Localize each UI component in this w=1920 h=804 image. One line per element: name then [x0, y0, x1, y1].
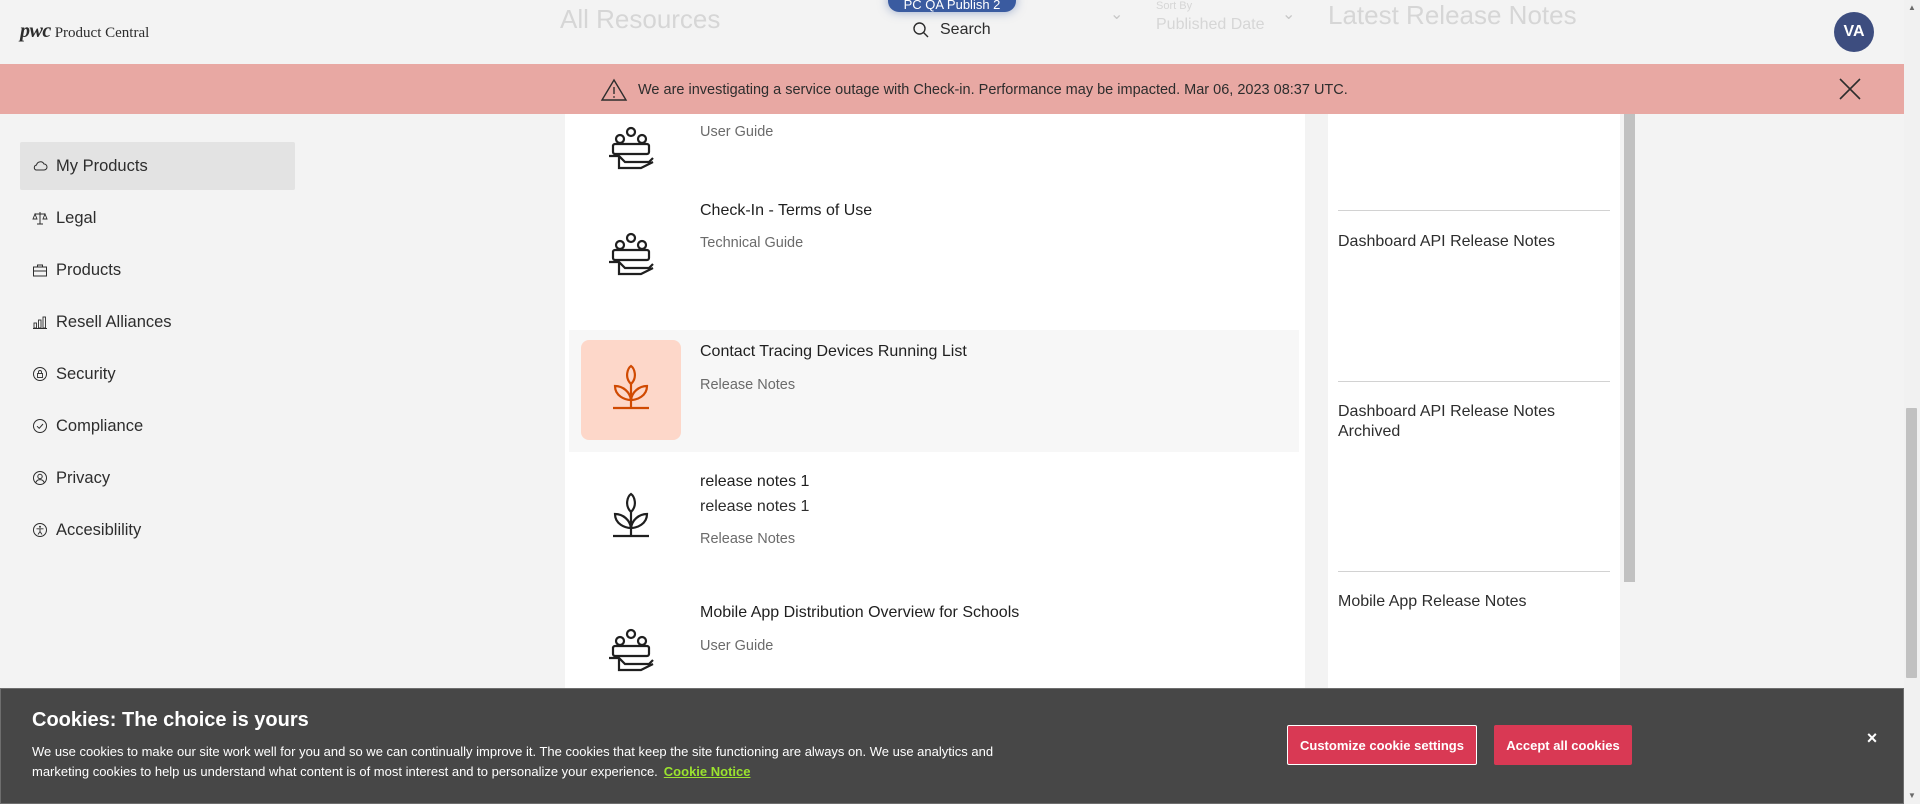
ghost-all-resources-heading: All Resources [560, 4, 721, 34]
release-note-item[interactable]: Mobile App Release Notes [1338, 592, 1610, 612]
sidebar-item-label: Accesiblility [56, 520, 142, 539]
page-scrollbar-thumb[interactable] [1906, 408, 1917, 678]
resource-title: Check-In - Terms of Use [700, 202, 873, 219]
ghost-sort-value: Published Date [1156, 16, 1265, 33]
cookie-banner: Cookies: The choice is yours We use cook… [0, 688, 1904, 804]
check-circle-icon [33, 419, 47, 433]
cookie-notice-link[interactable]: Cookie Notice [664, 764, 751, 779]
briefcase-icon [33, 264, 47, 277]
outage-banner: We are investigating a service outage wi… [0, 64, 1904, 114]
resource-icon [581, 114, 681, 198]
resource-type: Release Notes [700, 531, 796, 547]
sidebar-item-my-products[interactable]: My Products [20, 142, 295, 190]
resource-icon [581, 340, 681, 440]
logo-mark: pwc [20, 20, 51, 42]
accept-all-cookies-button[interactable]: Accept all cookies [1494, 725, 1632, 765]
logo-text: Product Central [54, 25, 150, 41]
lock-shield-icon [33, 367, 47, 381]
sprout-icon [613, 364, 649, 410]
resource-icon [581, 468, 681, 568]
close-icon[interactable] [1838, 77, 1862, 101]
outage-message: We are investigating a service outage wi… [638, 82, 1348, 98]
list-item[interactable]: Mobile App Distribution Overview for Sch… [569, 590, 1299, 688]
sidebar-item-products[interactable]: Products [20, 246, 295, 294]
accessibility-icon [33, 523, 47, 537]
sidebar-item-label: Legal [56, 208, 97, 227]
resources-list: User Guide Check-In - Terms of Use Techn… [565, 114, 1305, 688]
list-item[interactable]: release notes 1 release notes 1 Release … [569, 458, 1299, 580]
release-panel-scrollbar-thumb[interactable] [1624, 114, 1635, 582]
sidebar-item-accessibility[interactable]: Accesiblility [20, 506, 295, 554]
resource-title: Mobile App Distribution Overview for Sch… [700, 604, 1020, 621]
avatar[interactable]: VA [1834, 12, 1874, 52]
divider [1338, 381, 1610, 382]
sidebar-item-legal[interactable]: Legal [20, 194, 295, 242]
search-icon [913, 22, 929, 38]
ghost-chevron-down-icon: ⌄ [1110, 6, 1124, 23]
close-icon[interactable]: × [1861, 727, 1883, 749]
resource-subtitle: release notes 1 [700, 498, 810, 515]
resource-title: Contact Tracing Devices Running List [700, 343, 967, 360]
resource-type: Release Notes [700, 377, 796, 393]
resource-icon [581, 600, 681, 688]
sidebar-item-resell-alliances[interactable]: Resell Alliances [20, 298, 295, 346]
search-label: Search [940, 21, 991, 38]
customize-cookie-settings-button[interactable]: Customize cookie settings [1287, 725, 1477, 765]
list-item[interactable]: Contact Tracing Devices Running List Rel… [569, 330, 1299, 452]
cookie-text: We use cookies to make our site work wel… [32, 742, 1042, 782]
sidebar-item-compliance[interactable]: Compliance [20, 402, 295, 450]
sidebar-item-label: My Products [56, 156, 148, 175]
scales-icon [32, 212, 48, 225]
cookie-title: Cookies: The choice is yours [32, 709, 309, 731]
sidebar-item-label: Products [56, 260, 122, 279]
ghost-latest-release-heading: Latest Release Notes [1328, 0, 1577, 30]
resource-title: release notes 1 [700, 473, 810, 490]
sidebar-item-privacy[interactable]: Privacy [20, 454, 295, 502]
resource-type: User Guide [700, 124, 774, 140]
warning-icon [600, 78, 628, 101]
people-hand-icon [609, 232, 654, 276]
sidebar-item-label: Resell Alliances [56, 312, 172, 331]
list-item[interactable]: Check-In - Terms of Use Technical Guide [569, 194, 1299, 316]
sprout-icon [613, 492, 649, 538]
scroll-up-icon[interactable]: ▲ [1904, 0, 1920, 16]
sidebar-item-security[interactable]: Security [20, 350, 295, 398]
chart-hand-icon [33, 316, 47, 329]
scroll-down-icon[interactable]: ▼ [1904, 788, 1920, 804]
top-header: pwc Product Central All Resources Sort B… [0, 0, 1904, 64]
ghost-sort-label: Sort By [1156, 0, 1193, 12]
cookie-description: We use cookies to make our site work wel… [32, 744, 994, 779]
divider [1338, 571, 1610, 572]
sidebar-item-label: Security [56, 364, 116, 383]
release-note-item[interactable]: Dashboard API Release Notes Archived [1338, 402, 1610, 442]
ghost-chevron-down-icon: ⌄ [1282, 6, 1296, 23]
cloud-icon [33, 161, 48, 171]
search-button[interactable]: Search [912, 21, 991, 39]
divider [1338, 210, 1610, 211]
sidebar-item-label: Privacy [56, 468, 111, 487]
resource-icon [581, 204, 681, 304]
release-note-item[interactable]: Dashboard API Release Notes [1338, 232, 1610, 252]
user-circle-icon [33, 471, 47, 485]
sidebar-nav: My Products Legal Products Resell Allian… [20, 142, 295, 558]
people-hand-icon [609, 628, 654, 672]
people-hand-icon [609, 126, 654, 170]
resource-type: User Guide [700, 638, 774, 654]
pwc-logo[interactable]: pwc Product Central [20, 20, 149, 43]
page-scrollbar[interactable] [1904, 0, 1920, 804]
ghost-pill: PC QA Publish 2 [888, 0, 1016, 12]
resource-type: Technical Guide [700, 235, 804, 251]
sidebar-item-label: Compliance [56, 416, 144, 435]
release-notes-panel: Dashboard API Release Notes Dashboard AP… [1328, 114, 1620, 688]
